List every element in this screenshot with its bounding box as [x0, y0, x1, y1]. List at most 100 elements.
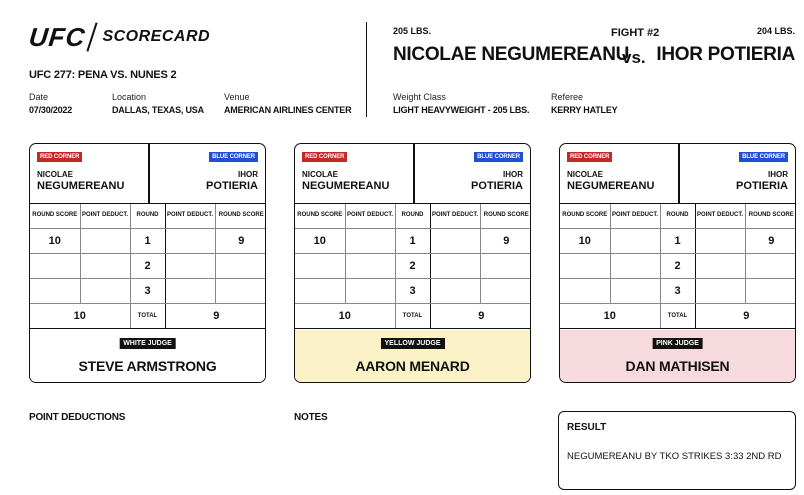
- round-header: ROUND: [129, 204, 166, 229]
- red-point-deduct-header: POINT DEDUCT.: [344, 204, 396, 229]
- red-point-deduct-header: POINT DEDUCT.: [609, 204, 661, 229]
- red-total-score: 10: [295, 302, 396, 329]
- blue-round-score: 9: [744, 227, 795, 254]
- blue-fighter-first-name: IHOR: [768, 170, 788, 179]
- referee-value: KERRY HATLEY: [551, 105, 618, 115]
- blue-point-deduct-header: POINT DEDUCT.: [429, 204, 481, 229]
- red-corner-badge: RED CORNER: [37, 152, 83, 162]
- total-label: TOTAL: [659, 302, 696, 329]
- red-round-score: [30, 252, 81, 279]
- red-fighter-first-name: NICOLAE: [37, 170, 73, 179]
- blue-total-score: 9: [164, 302, 265, 329]
- logo-divider: [86, 22, 99, 52]
- blue-corner-fighter: IHOR POTIERIA: [471, 170, 523, 192]
- result-text: NEGUMEREANU BY TKO STRIKES 3:33 2ND RD: [567, 451, 782, 462]
- red-point-deduction: [609, 227, 661, 254]
- total-row: 10 TOTAL 9: [295, 302, 530, 329]
- red-fighter-first-name: NICOLAE: [302, 170, 338, 179]
- blue-fighter-last-name: POTIERIA: [206, 180, 258, 192]
- blue-round-score: 9: [214, 227, 265, 254]
- event-name: UFC 277: PENA VS. NUNES 2: [29, 69, 177, 81]
- red-fighter-name: NICOLAE NEGUMEREANU: [393, 44, 630, 65]
- corner-divider: [678, 144, 680, 204]
- round-number: 2: [129, 252, 166, 279]
- red-point-deduction: [344, 277, 396, 304]
- red-fighter-weight: 205 LBS.: [393, 26, 432, 36]
- red-point-deduct-header: POINT DEDUCT.: [79, 204, 131, 229]
- red-point-deduction: [79, 277, 131, 304]
- point-deductions-heading: POINT DEDUCTIONS: [29, 412, 126, 423]
- blue-point-deduct-header: POINT DEDUCT.: [694, 204, 746, 229]
- blue-fighter-weight: 204 LBS.: [756, 26, 795, 36]
- result-heading: RESULT: [567, 422, 607, 433]
- round-number: 3: [129, 277, 166, 304]
- judge-footer: YELLOW JUDGE AARON MENARD: [295, 330, 530, 382]
- red-round-score-header: ROUND SCORE: [30, 204, 81, 229]
- round-header: ROUND: [394, 204, 431, 229]
- total-row: 10 TOTAL 9: [30, 302, 265, 329]
- round-number: 3: [659, 277, 696, 304]
- judge-color-badge: PINK JUDGE: [652, 338, 703, 349]
- red-corner-fighter: NICOLAE NEGUMEREANU: [567, 170, 654, 192]
- red-fighter-last-name: NEGUMEREANU: [302, 180, 390, 192]
- blue-round-score: [744, 277, 795, 304]
- referee-block: Referee KERRY HATLEY: [551, 92, 618, 115]
- blue-round-score: [214, 277, 265, 304]
- round-row: 3: [560, 277, 795, 304]
- header-divider: [366, 22, 367, 117]
- judge-name: STEVE ARMSTRONG: [78, 358, 217, 374]
- blue-corner-badge: BLUE CORNER: [209, 152, 258, 162]
- red-round-score-header: ROUND SCORE: [295, 204, 346, 229]
- judge-scorecard-3: RED CORNER BLUE CORNER NICOLAE NEGUMEREA…: [559, 143, 796, 383]
- round-row: 2: [30, 252, 265, 279]
- location-block: Location DALLAS, TEXAS, USA: [112, 92, 204, 115]
- score-table: ROUND SCORE POINT DEDUCT. ROUND POINT DE…: [560, 204, 795, 329]
- round-row: 3: [295, 277, 530, 304]
- blue-fighter-first-name: IHOR: [503, 170, 523, 179]
- result-box: RESULT NEGUMEREANU BY TKO STRIKES 3:33 2…: [558, 411, 796, 490]
- score-table: ROUND SCORE POINT DEDUCT. ROUND POINT DE…: [30, 204, 265, 329]
- red-point-deduction: [609, 252, 661, 279]
- red-round-score: 10: [30, 227, 81, 254]
- red-corner-fighter: NICOLAE NEGUMEREANU: [302, 170, 389, 192]
- round-row: 3: [30, 277, 265, 304]
- venue-label: Venue: [224, 92, 250, 102]
- fight-number: FIGHT #2: [611, 27, 660, 39]
- red-round-score: [295, 252, 346, 279]
- blue-point-deduct-header: POINT DEDUCT.: [164, 204, 216, 229]
- blue-point-deduction: [164, 252, 216, 279]
- blue-fighter-last-name: POTIERIA: [471, 180, 523, 192]
- red-point-deduction: [344, 252, 396, 279]
- corner-divider: [413, 144, 415, 204]
- venue-block: Venue AMERICAN AIRLINES CENTER: [224, 92, 352, 115]
- weight-class-block: Weight Class LIGHT HEAVYWEIGHT - 205 LBS…: [393, 92, 529, 115]
- blue-round-score: [744, 252, 795, 279]
- blue-point-deduction: [694, 252, 746, 279]
- red-round-score: [295, 277, 346, 304]
- date-label: Date: [29, 92, 49, 102]
- round-number: 2: [659, 252, 696, 279]
- blue-total-score: 9: [694, 302, 795, 329]
- blue-point-deduction: [694, 227, 746, 254]
- blue-round-score-header: ROUND SCORE: [744, 204, 795, 229]
- judge-color-badge: WHITE JUDGE: [119, 338, 176, 349]
- corners-header: RED CORNER BLUE CORNER NICOLAE NEGUMEREA…: [560, 144, 795, 204]
- blue-point-deduction: [429, 227, 481, 254]
- judge-footer: PINK JUDGE DAN MATHISEN: [560, 330, 795, 382]
- red-total-score: 10: [560, 302, 661, 329]
- blue-corner-fighter: IHOR POTIERIA: [206, 170, 258, 192]
- ufc-scorecard-logo: UFC SCORECARD: [27, 22, 210, 52]
- blue-corner-badge: BLUE CORNER: [739, 152, 788, 162]
- red-round-score-header: ROUND SCORE: [560, 204, 611, 229]
- corners-header: RED CORNER BLUE CORNER NICOLAE NEGUMEREA…: [295, 144, 530, 204]
- score-header-row: ROUND SCORE POINT DEDUCT. ROUND POINT DE…: [295, 204, 530, 229]
- score-header-row: ROUND SCORE POINT DEDUCT. ROUND POINT DE…: [560, 204, 795, 229]
- red-point-deduction: [344, 227, 396, 254]
- location-label: Location: [112, 92, 147, 102]
- referee-label: Referee: [551, 92, 584, 102]
- round-header: ROUND: [659, 204, 696, 229]
- judge-color-badge: YELLOW JUDGE: [380, 338, 445, 349]
- blue-round-score-header: ROUND SCORE: [214, 204, 265, 229]
- round-number: 2: [394, 252, 431, 279]
- red-round-score: [30, 277, 81, 304]
